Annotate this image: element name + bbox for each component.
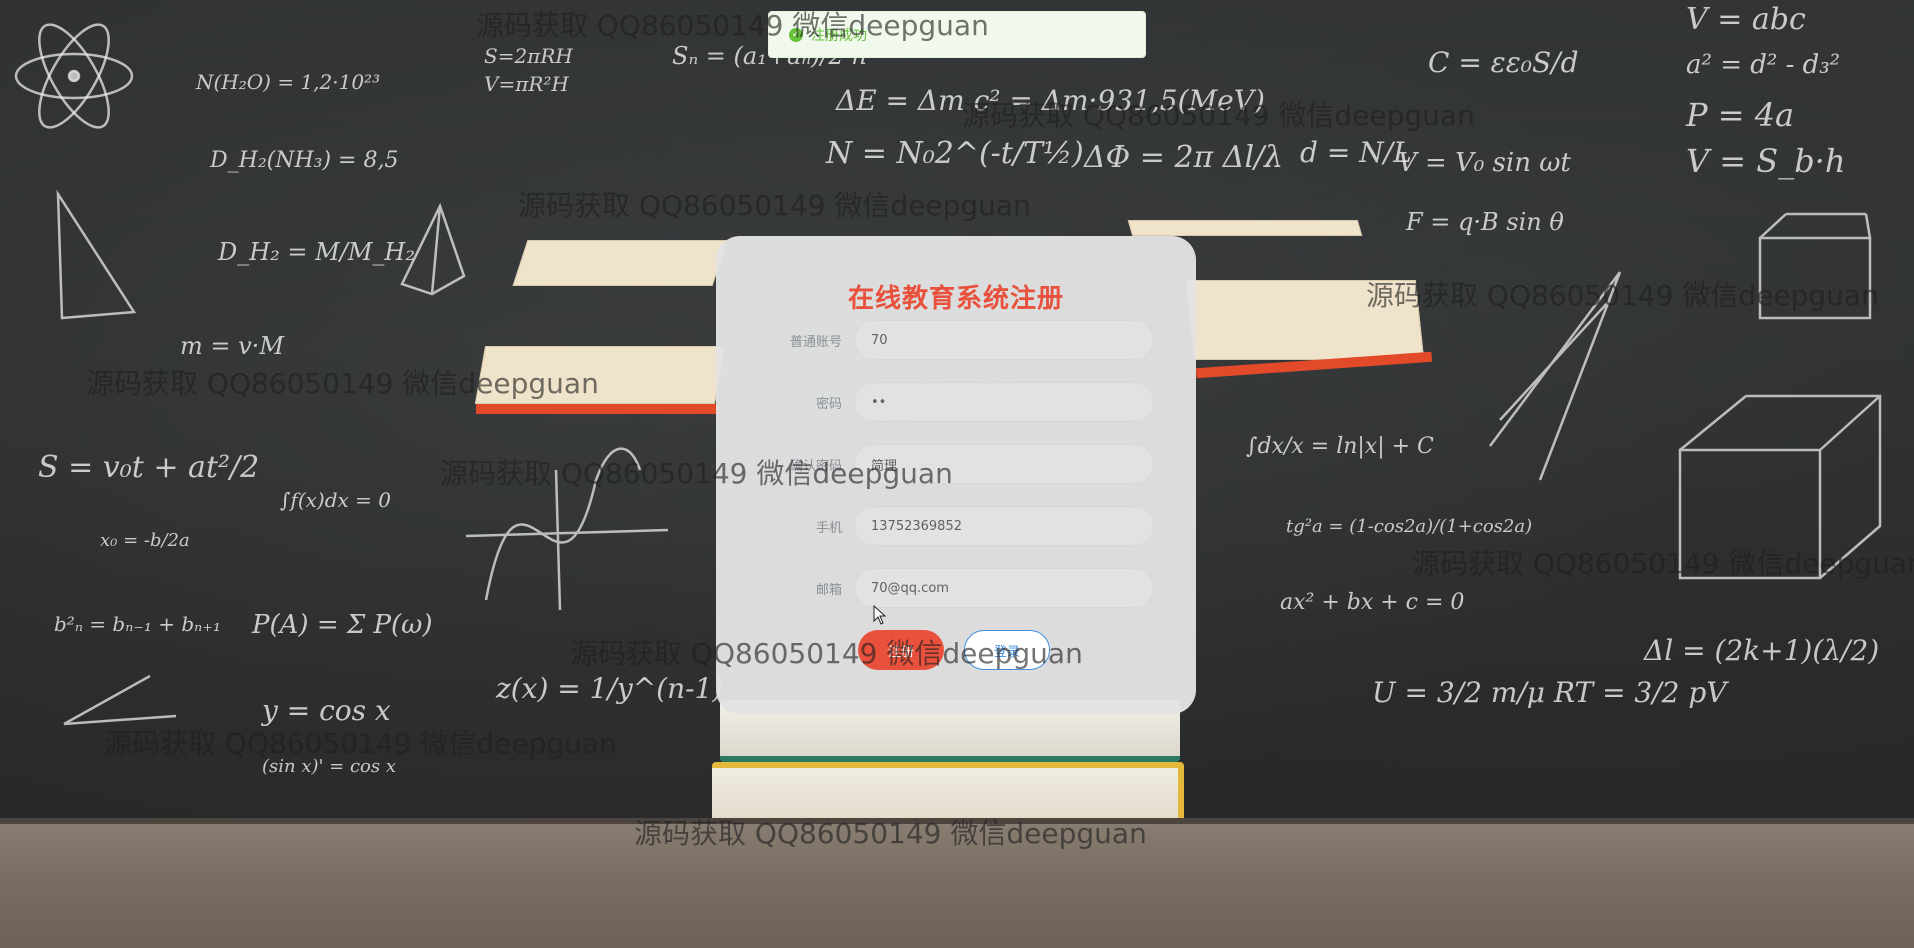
triangle-drawing (56, 189, 137, 320)
account-input[interactable] (854, 320, 1154, 360)
password-input[interactable] (854, 382, 1154, 422)
email-input[interactable] (854, 568, 1154, 608)
phone-input[interactable] (854, 506, 1154, 546)
wooden-desk (0, 818, 1914, 948)
form-row-email: 邮箱 (716, 568, 1196, 608)
success-toast: ✓ 注册成功 (768, 11, 1146, 58)
form-row-password: 密码 (716, 382, 1196, 422)
form-actions: 注册 登录 (858, 630, 1050, 670)
open-book-page (1127, 220, 1363, 236)
toast-message: 注册成功 (811, 27, 867, 44)
form-row-account: 普通账号 (716, 320, 1196, 360)
atom-drawing (14, 23, 134, 129)
compass-drawing (1488, 271, 1622, 481)
open-book-page (474, 346, 726, 404)
register-title: 在线教育系统注册 (847, 284, 1064, 314)
confirm-password-label: 确认密码 (789, 458, 842, 474)
prism-drawing (1678, 394, 1882, 580)
form-row-confirm: 确认密码 (716, 444, 1196, 484)
register-button[interactable]: 注册 (858, 630, 944, 670)
email-label: 邮箱 (815, 582, 842, 598)
mouse-cursor-icon (873, 605, 887, 625)
pyramid-drawing (400, 202, 466, 296)
password-label: 密码 (815, 396, 842, 412)
open-book-page (1185, 280, 1425, 360)
book-edge (476, 404, 720, 414)
login-button[interactable]: 登录 (964, 630, 1050, 670)
account-label: 普通账号 (789, 334, 842, 350)
open-book-page (512, 240, 728, 286)
desk-edge (0, 818, 1914, 824)
cube-drawing (1758, 212, 1872, 320)
confirm-password-input[interactable] (854, 444, 1154, 484)
success-check-icon: ✓ (789, 27, 803, 42)
register-card: 在线教育系统注册 普通账号 密码 确认密码 手机 邮箱 注册 登录 (716, 236, 1196, 714)
form-row-phone: 手机 (716, 506, 1196, 546)
angle-drawing (63, 674, 177, 726)
phone-label: 手机 (815, 520, 842, 536)
sine-graph (465, 447, 669, 611)
